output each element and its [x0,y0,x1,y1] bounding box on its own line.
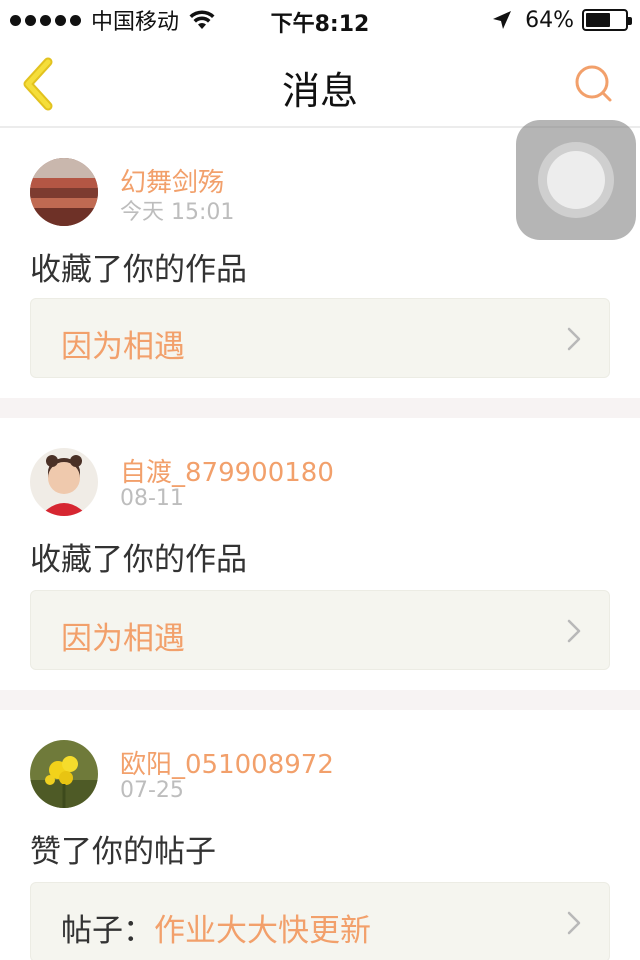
reference-title-text: 因为相遇 [61,621,185,657]
chevron-right-icon [567,327,581,351]
action-text: 收藏了你的作品 [30,542,247,578]
status-right: 64% [491,6,632,34]
assistive-touch-button[interactable] [516,120,636,240]
section-separator [0,690,640,710]
reference-title: 因为相遇 [61,321,185,366]
reference-link[interactable]: 因为相遇 [30,298,610,378]
reference-title-text: 因为相遇 [61,329,185,365]
search-button[interactable] [572,62,616,106]
action-text: 赞了你的帖子 [30,834,216,870]
battery-fill [586,13,611,27]
message-list: 幻舞剑殇 今天 15:01 收藏了你的作品 因为相遇 自渡_879900180 [0,128,640,960]
chevron-right-icon [567,911,581,935]
reference-link[interactable]: 因为相遇 [30,590,610,670]
reference-link[interactable]: 帖子：作业大大快更新 [30,882,610,960]
reference-title: 帖子：作业大大快更新 [61,905,371,950]
battery-percent: 64% [525,7,574,33]
assistive-touch-icon [547,151,605,209]
reference-title-text: 作业大大快更新 [154,913,371,949]
username[interactable]: 自渡_879900180 [120,452,334,489]
message-item[interactable]: 自渡_879900180 08-11 收藏了你的作品 因为相遇 [0,418,640,690]
search-icon [575,65,612,102]
status-bar: 中国移动 下午8:12 64% [0,0,640,40]
chevron-right-icon [567,619,581,643]
avatar[interactable] [30,740,98,808]
section-separator [0,398,640,418]
page-title: 消息 [281,69,358,113]
battery-icon [582,9,632,31]
avatar[interactable] [30,158,98,226]
message-time: 今天 15:01 [120,200,235,225]
message-time: 08-11 [120,486,184,511]
message-item[interactable]: 欧阳_051008972 07-25 赞了你的帖子 帖子：作业大大快更新 [0,710,640,960]
action-text: 收藏了你的作品 [30,252,247,288]
message-time: 07-25 [120,778,184,803]
nav-bar: 消息 [0,40,640,128]
avatar[interactable] [30,448,98,516]
reference-prefix: 帖子： [61,913,154,949]
username[interactable]: 欧阳_051008972 [120,744,334,781]
location-arrow-icon [493,11,512,29]
reference-title: 因为相遇 [61,613,185,658]
